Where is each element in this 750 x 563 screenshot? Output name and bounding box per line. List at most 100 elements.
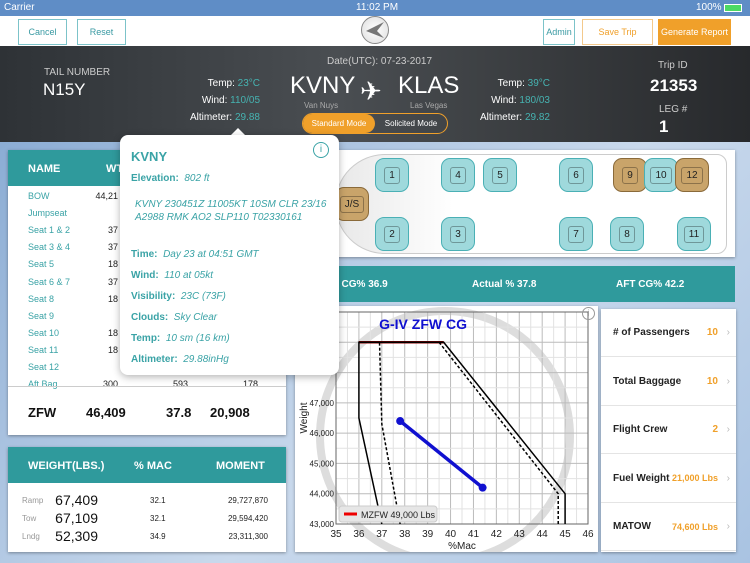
summary-label: # of Passengers xyxy=(613,327,690,338)
summary-label: Fuel Weight xyxy=(613,472,670,484)
total-moment: 20,908 xyxy=(210,405,250,420)
clouds: Sky Clear xyxy=(173,312,218,323)
row-weight: 18 xyxy=(107,259,118,270)
weight-value: 67,109 xyxy=(55,510,98,526)
moment-value: 29,594,420 xyxy=(227,514,268,523)
origin-code[interactable]: KVNY xyxy=(290,72,355,100)
cancel-button[interactable]: Cancel xyxy=(18,19,67,45)
weight-row: Tow 67,109 32.1 29,594,420 xyxy=(8,509,286,527)
x-tick-label: 37 xyxy=(376,529,388,540)
row-name: Seat 1 & 2 xyxy=(28,225,71,236)
seat-1[interactable]: 1 xyxy=(375,158,409,192)
summary-value: 74,600 Lbs xyxy=(671,521,718,532)
altimeter[interactable]: 29.82 xyxy=(525,112,550,123)
col-weight: WEIGHT(LBS.) xyxy=(28,460,105,472)
popover-title: KVNY xyxy=(131,149,168,164)
toolbar: Cancel Reset Admin Save Trip Generate Re… xyxy=(0,16,750,46)
temp: 23°C xyxy=(237,78,260,89)
seat-label: 6 xyxy=(568,166,584,184)
seat-label: 11 xyxy=(683,225,705,243)
row-weight: 18 xyxy=(107,327,118,338)
seat-12[interactable]: 12 xyxy=(675,158,709,192)
altimeter-label: Altimeter: xyxy=(479,112,523,123)
seat-2[interactable]: 2 xyxy=(375,217,409,251)
chevron-right-icon: › xyxy=(726,521,730,533)
chart-title: G-IV ZFW CG xyxy=(379,316,467,332)
col-name: NAME xyxy=(28,163,61,175)
altimeter-label: Altimeter: xyxy=(189,112,233,123)
seat-label: 12 xyxy=(681,166,703,184)
seat-9[interactable]: 9 xyxy=(613,158,647,192)
mode-toggle: Standard Mode Solicited Mode xyxy=(302,113,448,134)
row-weight: 18 xyxy=(107,344,118,355)
standard-mode-button[interactable]: Standard Mode xyxy=(303,114,375,133)
x-tick-label: 41 xyxy=(468,529,480,540)
seat-7[interactable]: 7 xyxy=(559,217,593,251)
cg-chart-panel: 35 36 37 38 39 40 41 42 43 44 45 46 43,000 44,000 45,0… xyxy=(295,306,598,563)
seat-4[interactable]: 4 xyxy=(441,158,475,192)
y-tick-label: 45,000 xyxy=(310,459,335,468)
seat-11[interactable]: 11 xyxy=(677,217,711,251)
battery-level: 100% xyxy=(696,2,722,13)
seat-label: 5 xyxy=(492,166,508,184)
seat-10[interactable]: 10 xyxy=(644,158,678,192)
seat-6[interactable]: 6 xyxy=(559,158,593,192)
chevron-right-icon: › xyxy=(726,472,730,484)
summary-item[interactable]: MATOW 74,600 Lbs › xyxy=(601,503,736,552)
chevron-right-icon: › xyxy=(726,424,730,436)
temp-label: Temp: xyxy=(207,78,235,89)
row-weight: 37 xyxy=(107,276,118,287)
wind-label: Wind: xyxy=(131,270,159,281)
save-trip-button[interactable]: Save Trip xyxy=(582,19,653,45)
row-name: Seat 5 xyxy=(28,259,55,270)
x-tick-label: 38 xyxy=(399,529,411,540)
mac-value: 34.9 xyxy=(150,532,166,541)
mac-value: 32.1 xyxy=(150,496,166,505)
clouds-label: Clouds: xyxy=(131,312,169,323)
seat-5[interactable]: 5 xyxy=(483,158,517,192)
x-tick-label: 42 xyxy=(491,529,503,540)
destination-weather: Temp: 39°C Wind: 180/03 Altimeter: 29.82 xyxy=(470,75,550,126)
visibility: 23C (73F) xyxy=(180,291,226,302)
temp: 39°C xyxy=(527,78,550,89)
seat-js[interactable]: J/S xyxy=(335,187,369,221)
seat-label: 4 xyxy=(450,166,466,184)
summary-value: 10 xyxy=(706,327,718,338)
wind: 180/03 xyxy=(519,95,550,106)
admin-button[interactable]: Admin xyxy=(543,19,575,45)
actual-cg: Actual % 37.8 xyxy=(472,279,537,290)
row-name: Seat 3 & 4 xyxy=(28,242,71,253)
info-icon[interactable]: i xyxy=(313,142,329,158)
series-cg-path xyxy=(399,419,484,490)
generate-report-button[interactable]: Generate Report xyxy=(658,19,731,45)
temp-label: Temp: xyxy=(131,333,161,344)
seat-3[interactable]: 3 xyxy=(441,217,475,251)
summary-item[interactable]: Total Baggage 10 › xyxy=(601,358,736,406)
seat-label: 9 xyxy=(622,166,638,184)
seat-label: J/S xyxy=(339,195,365,213)
airplane-icon: ✈ xyxy=(360,76,382,106)
cg-point xyxy=(396,417,405,426)
row-weight: 44,21 xyxy=(95,191,118,201)
x-tick-label: 44 xyxy=(537,529,549,540)
row-name: Jumpseat xyxy=(28,208,68,219)
destination-code[interactable]: KLAS xyxy=(398,72,459,100)
info-icon[interactable]: i xyxy=(582,307,595,320)
row-name: Seat 8 xyxy=(28,293,55,304)
col-moment: MOMENT xyxy=(216,460,265,472)
moment-value: 29,727,870 xyxy=(227,496,268,505)
summary-item[interactable]: Fuel Weight 21,000 Lbs › xyxy=(601,455,736,503)
cg-point xyxy=(478,483,487,492)
zfw-total-row: ZFW 46,409 37.8 20,908 xyxy=(8,386,286,435)
summary-value: 2 xyxy=(712,424,718,436)
row-name: Seat 6 & 7 xyxy=(28,276,71,287)
summary-item[interactable]: Flight Crew 2 › xyxy=(601,406,736,455)
summary-item[interactable]: # of Passengers 10 › xyxy=(601,309,736,357)
status-bar: Carrier 11:02 PM 100% xyxy=(0,0,750,16)
reset-button[interactable]: Reset xyxy=(77,19,126,45)
aft-cg: AFT CG% 42.2 xyxy=(616,279,685,290)
seat-8[interactable]: 8 xyxy=(610,217,644,251)
altimeter[interactable]: 29.88 xyxy=(235,112,260,123)
solicited-mode-button[interactable]: Solicited Mode xyxy=(375,114,447,133)
x-tick-label: 45 xyxy=(560,529,572,540)
